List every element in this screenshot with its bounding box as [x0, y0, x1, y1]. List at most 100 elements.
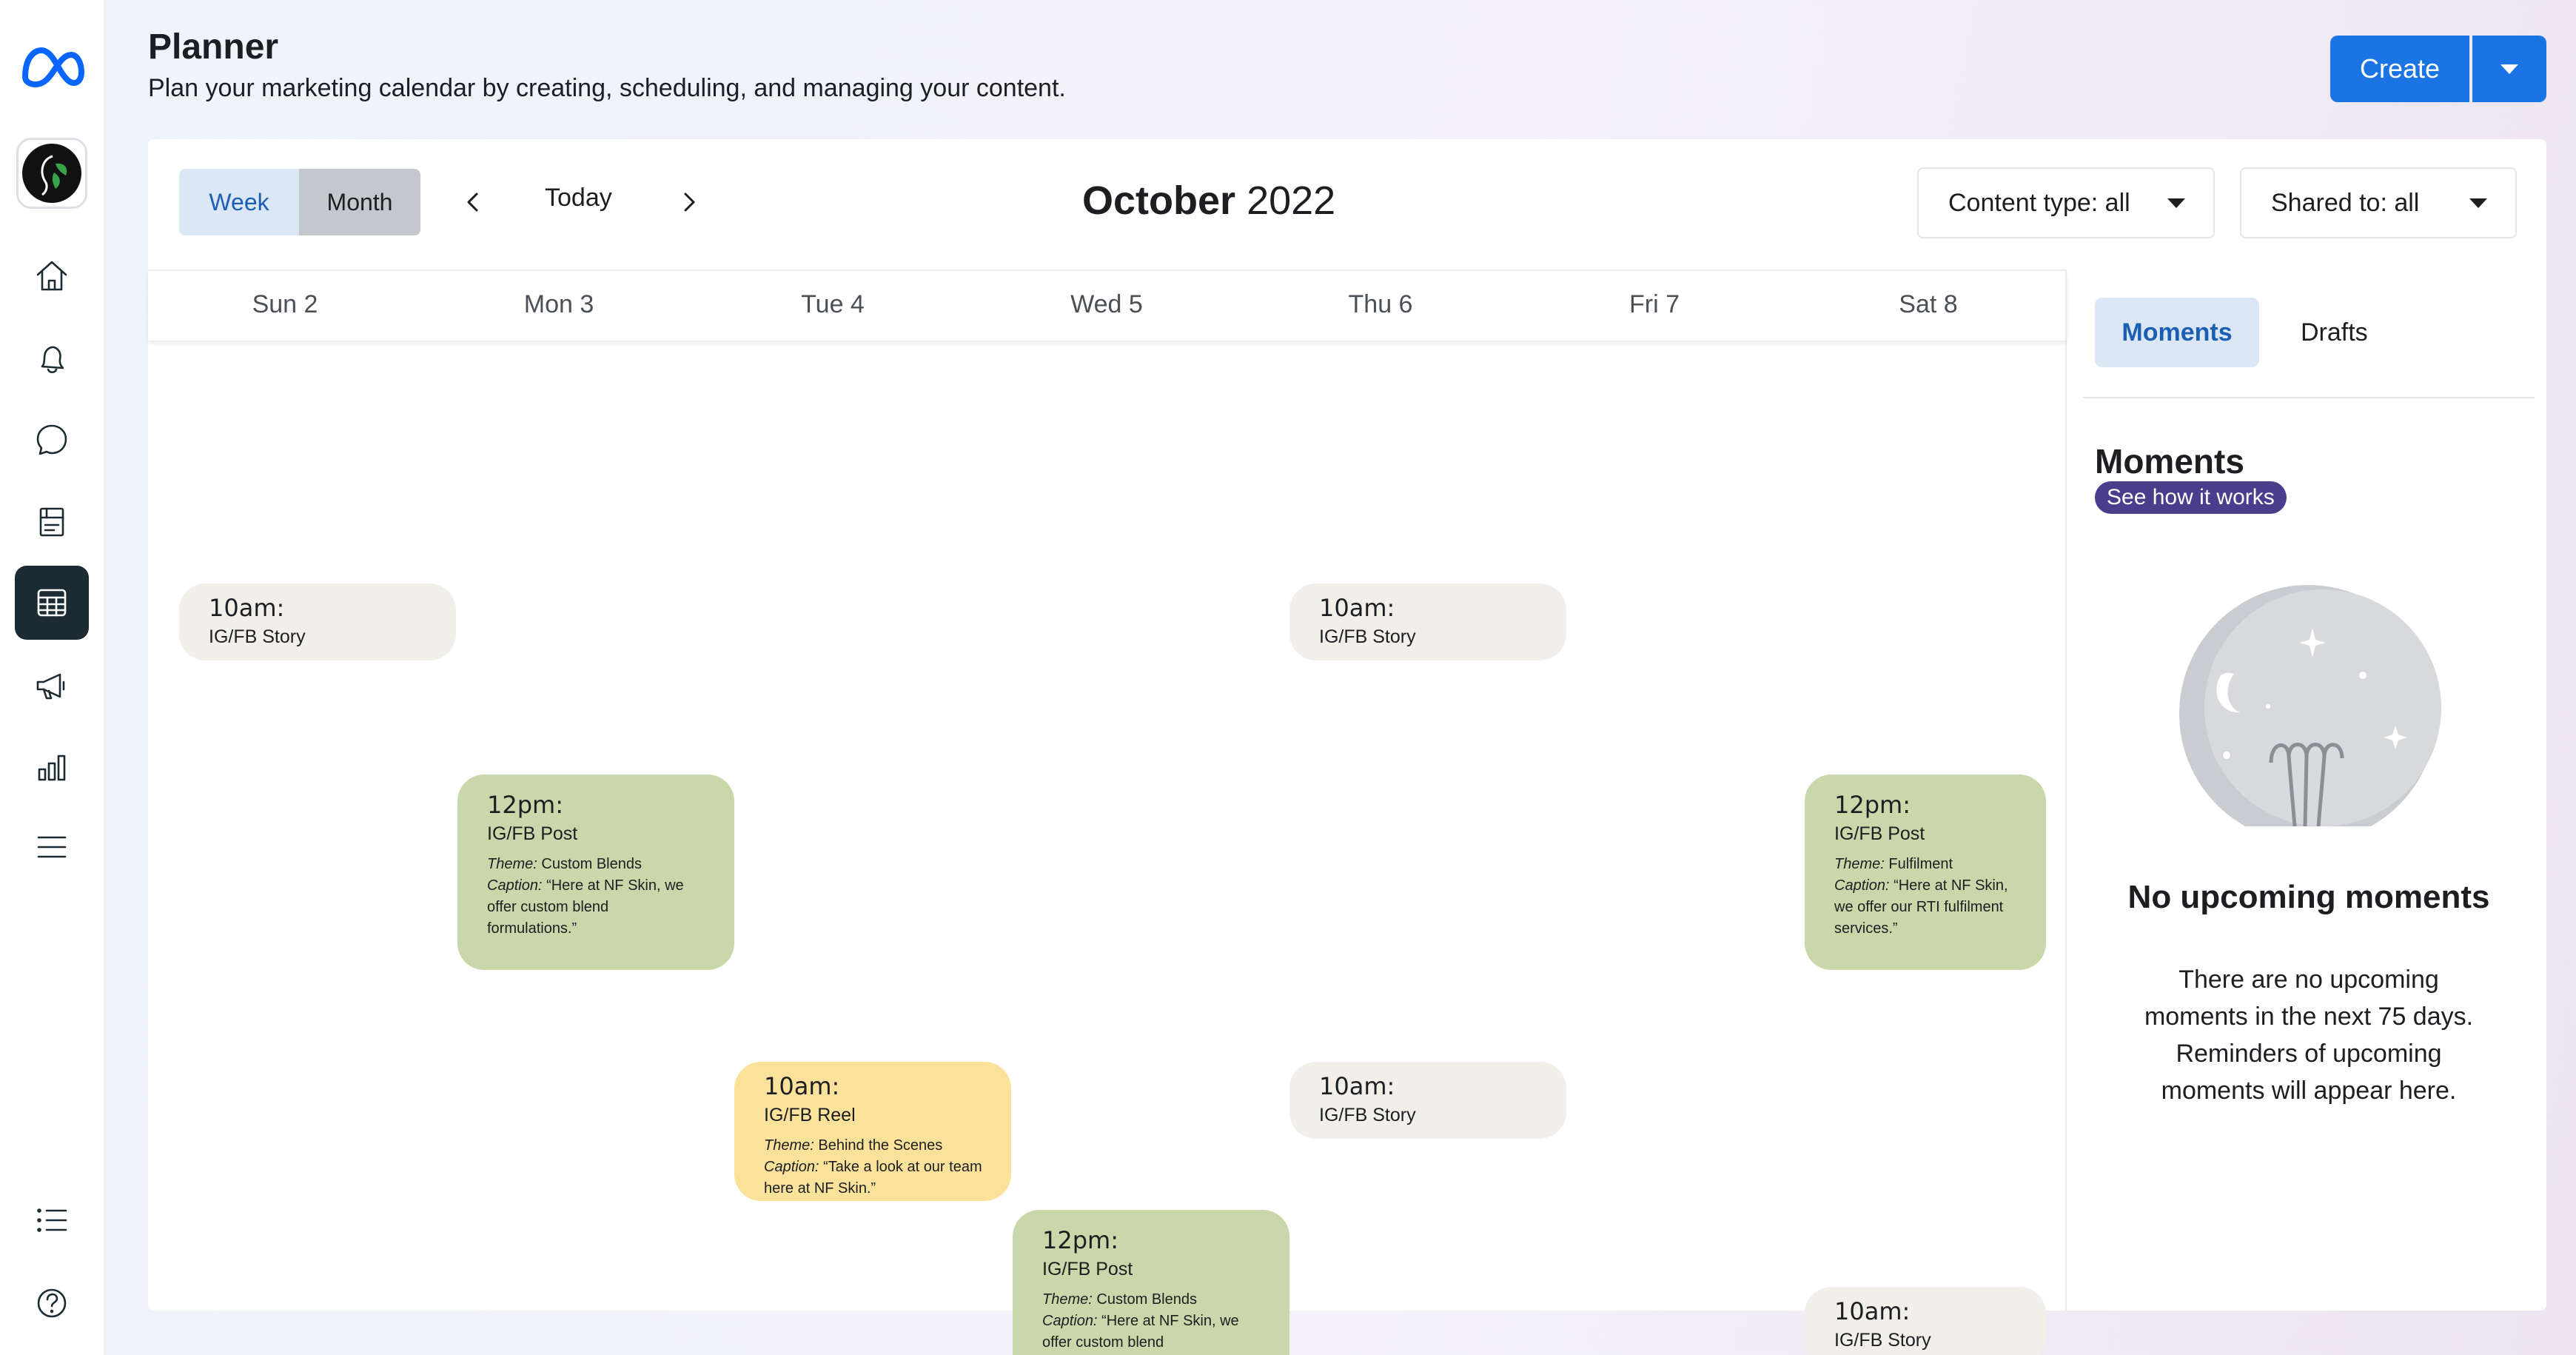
caret-down-icon	[2167, 198, 2185, 208]
caret-down-icon	[2469, 198, 2487, 208]
menu-icon	[37, 836, 67, 858]
event-type: IG/FB Post	[1042, 1259, 1133, 1279]
event-type: IG/FB Story	[1319, 626, 1416, 647]
leaf-profile-icon	[41, 155, 67, 196]
chevron-left-icon	[467, 193, 478, 212]
next-week-button[interactable]	[672, 185, 706, 219]
chevron-right-icon	[684, 193, 695, 212]
meta-logo-icon[interactable]	[19, 36, 86, 99]
event-card[interactable]: 10am: IG/FB Story	[179, 583, 456, 660]
event-type: IG/FB Story	[1319, 1105, 1416, 1125]
event-theme: Custom Blends	[1096, 1291, 1197, 1308]
theme-label: Theme:	[487, 856, 537, 872]
event-card[interactable]: 12pm: IG/FB Post Theme: Custom Blends Cap…	[457, 774, 734, 970]
today-button[interactable]: Today	[545, 184, 612, 213]
calendar-grid-icon	[37, 589, 67, 617]
home-icon	[36, 261, 67, 291]
sidebar-item-list[interactable]	[15, 1183, 89, 1257]
content-type-filter-label: Content type: all	[1948, 188, 2130, 217]
event-theme: Custom Blends	[541, 856, 642, 872]
day-header: Wed 5	[1070, 290, 1143, 318]
empty-state-text: There are no upcoming moments in the nex…	[2144, 966, 2474, 1105]
month-year: 2022	[1247, 178, 1336, 223]
list-icon	[37, 1208, 67, 1232]
page-title: Planner	[148, 27, 279, 67]
sidebar-item-home[interactable]	[15, 238, 89, 312]
page-subtitle: Plan your marketing calendar by creating…	[148, 74, 1066, 102]
event-time: 12pm:	[487, 791, 563, 819]
divider	[2083, 397, 2535, 398]
event-details: Theme: Custom Blends Caption: “Here at NF…	[487, 854, 687, 940]
current-month-title: October 2022	[1082, 178, 1335, 224]
account-avatar[interactable]	[16, 138, 87, 209]
event-theme: Fulfilment	[1888, 856, 1953, 872]
help-icon	[37, 1288, 67, 1318]
event-time: 10am:	[1319, 594, 1395, 622]
shared-to-filter[interactable]: Shared to: all	[2240, 167, 2517, 238]
sidebar-item-insights[interactable]	[15, 730, 89, 804]
week-calendar: Sun 2 Mon 3 Tue 4 Wed 5 Thu 6 Fri 7 Sat …	[148, 270, 2067, 1355]
moments-empty-illustration-icon	[2179, 585, 2441, 826]
theme-label: Theme:	[764, 1137, 814, 1154]
sidebar-item-all-tools[interactable]	[15, 810, 89, 884]
caption-label: Caption:	[1042, 1313, 1098, 1329]
sidebar-item-notifications[interactable]	[15, 321, 89, 395]
caption-label: Caption:	[764, 1159, 819, 1175]
event-type: IG/FB Story	[209, 626, 306, 647]
sidebar-item-inbox[interactable]	[15, 403, 89, 477]
event-card[interactable]: 10am: IG/FB Story	[1805, 1287, 2046, 1355]
theme-label: Theme:	[1834, 856, 1885, 872]
day-header: Mon 3	[523, 290, 594, 318]
view-toggle: Week Month	[179, 169, 420, 235]
tab-moments[interactable]: Moments	[2095, 298, 2259, 367]
event-card[interactable]: 10am: IG/FB Story	[1289, 583, 1566, 660]
event-type: IG/FB Story	[1834, 1330, 1931, 1351]
event-details: Theme: Fulfilment Caption: “Here at NF Sk…	[1834, 854, 2019, 940]
event-card[interactable]: 10am: IG/FB Reel Theme: Behind the Scene…	[734, 1062, 1011, 1201]
moments-panel: Moments Drafts Moments See how it works	[2068, 270, 2546, 1311]
bar-chart-icon	[38, 755, 66, 781]
see-how-it-works-link[interactable]: See how it works	[2095, 481, 2287, 514]
caption-label: Caption:	[1834, 877, 1890, 894]
day-header: Fri 7	[1629, 290, 1680, 318]
month-view-button[interactable]: Month	[299, 169, 420, 235]
content-type-filter[interactable]: Content type: all	[1917, 167, 2215, 238]
event-details: Theme: Behind the Scenes Caption: “Take a…	[764, 1135, 986, 1200]
week-view-button[interactable]: Week	[179, 169, 299, 235]
create-button[interactable]: Create	[2330, 36, 2469, 102]
caption-label: Caption:	[487, 877, 543, 894]
planner-card: Week Month Today October 2022 Content ty…	[148, 139, 2546, 1355]
day-header: Thu 6	[1348, 290, 1413, 318]
caret-down-icon	[2500, 64, 2518, 74]
sidebar-item-planner[interactable]	[15, 566, 89, 640]
sidebar-item-ads[interactable]	[15, 649, 89, 723]
sidebar-item-content[interactable]	[15, 484, 89, 558]
event-card[interactable]: 12pm: IG/FB Post Theme: Custom Blends Cap…	[1013, 1210, 1289, 1355]
content-icon	[39, 507, 64, 537]
day-header: Sat 8	[1899, 290, 1958, 318]
event-type: IG/FB Reel	[764, 1105, 856, 1125]
event-time: 10am:	[1834, 1297, 1911, 1325]
create-dropdown-button[interactable]	[2472, 36, 2546, 102]
shared-to-filter-label: Shared to: all	[2271, 188, 2420, 217]
theme-label: Theme:	[1042, 1291, 1093, 1308]
chat-bubble-icon	[36, 424, 67, 455]
tab-drafts[interactable]: Drafts	[2301, 298, 2368, 367]
event-time: 10am:	[209, 594, 285, 622]
event-details: Theme: Custom Blends Caption: “Here at NF…	[1042, 1289, 1242, 1355]
event-card[interactable]: 12pm: IG/FB Post Theme: Fulfilment Captio…	[1805, 774, 2046, 970]
day-header: Sun 2	[252, 290, 318, 318]
event-time: 10am:	[764, 1072, 840, 1100]
event-time: 12pm:	[1834, 791, 1911, 819]
event-time: 12pm:	[1042, 1226, 1118, 1254]
event-time: 10am:	[1319, 1072, 1395, 1100]
calendar-toolbar: Week Month Today October 2022 Content ty…	[148, 139, 2546, 270]
event-card[interactable]: 10am: IG/FB Story	[1289, 1062, 1566, 1139]
previous-week-button[interactable]	[456, 185, 490, 219]
event-type: IG/FB Post	[1834, 823, 1925, 844]
left-rail	[0, 0, 104, 1355]
empty-state-title: No upcoming moments	[2127, 879, 2490, 915]
sidebar-item-help[interactable]	[15, 1266, 89, 1340]
month-name: October	[1082, 178, 1236, 223]
event-type: IG/FB Post	[487, 823, 578, 844]
